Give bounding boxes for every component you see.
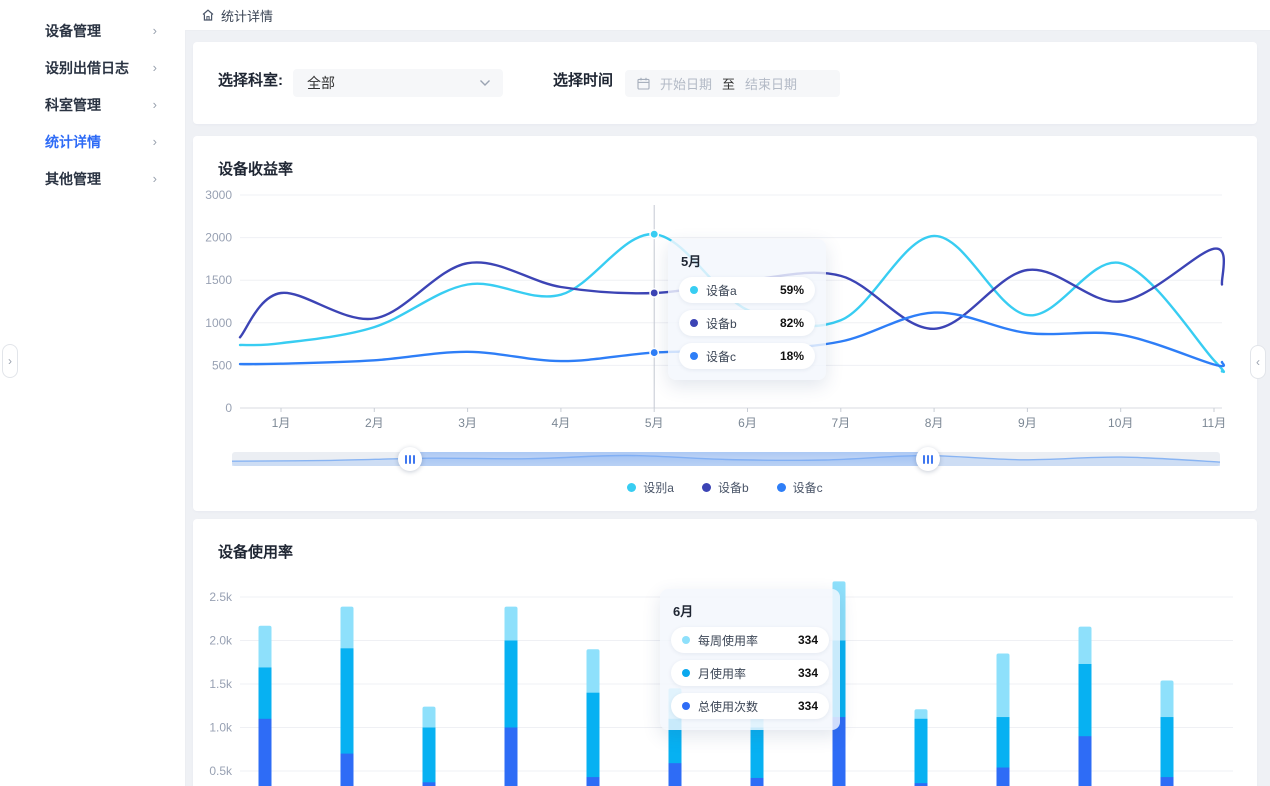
breadcrumb: 统计详情	[201, 6, 273, 25]
datazoom-selection[interactable]	[410, 452, 928, 466]
tooltip-row: 月使用率334	[671, 660, 829, 686]
revenue-chart-legend: 设别a 设备b 设备c	[193, 479, 1257, 496]
tooltip-series-name: 设备a	[706, 282, 780, 299]
tooltip-series-value: 334	[798, 699, 818, 713]
sidebar-item-4[interactable]: 统计详情 ›	[0, 123, 185, 160]
home-icon	[201, 8, 215, 22]
chevron-right-icon: ›	[153, 171, 157, 186]
chevron-right-icon: ›	[153, 60, 157, 75]
sidebar-item-label: 其他管理	[45, 169, 101, 189]
tooltip-rows: 设备a59% 设备b82% 设备c18%	[679, 277, 815, 369]
sidebar-item-label: 设别出借日志	[45, 58, 129, 78]
app-root: 设备管理 › 设别出借日志 › 科室管理 › 统计详情 › 其他管理 › › ‹ 统计详情 选择科…	[0, 0, 1270, 786]
sidebar-item-5[interactable]: 其他管理 ›	[0, 160, 185, 197]
series-dot-icon	[682, 702, 690, 710]
tooltip-row: 设备c18%	[679, 343, 815, 369]
legend-label: 设别a	[643, 479, 674, 496]
sidebar-item-2[interactable]: 设别出借日志 ›	[0, 49, 185, 86]
revenue-chart-title: 设备收益率	[218, 158, 293, 179]
chevron-right-icon: ›	[153, 23, 157, 38]
sidebar-menu: 设备管理 › 设别出借日志 › 科室管理 › 统计详情 › 其他管理 ›	[0, 0, 185, 197]
tooltip-series-name: 每周使用率	[698, 632, 798, 649]
tooltip-series-value: 334	[798, 666, 818, 680]
start-date-field[interactable]: 开始日期	[660, 74, 712, 93]
tooltip-row: 设备a59%	[679, 277, 815, 303]
tooltip-series-value: 59%	[780, 283, 804, 297]
tooltip-series-name: 总使用次数	[698, 698, 798, 715]
tooltip-title: 5月	[681, 251, 815, 270]
calendar-icon	[637, 77, 650, 90]
series-dot-icon	[690, 352, 698, 360]
sidebar-item-label: 设备管理	[45, 21, 101, 41]
date-range-picker[interactable]: 开始日期 至 结束日期	[625, 70, 840, 97]
series-dot-icon	[690, 319, 698, 327]
legend-item[interactable]: 设别a	[627, 479, 674, 496]
legend-label: 设备b	[718, 479, 749, 496]
series-dot-icon	[682, 669, 690, 677]
tooltip-row: 设备b82%	[679, 310, 815, 336]
series-dot-icon	[682, 636, 690, 644]
revenue-chart-tooltip: 5月 设备a59% 设备b82% 设备c18%	[668, 239, 826, 380]
legend-label: 设备c	[793, 479, 823, 496]
end-date-field[interactable]: 结束日期	[745, 74, 797, 93]
sidebar-item-label: 统计详情	[45, 132, 101, 152]
sidebar-item-3[interactable]: 科室管理 ›	[0, 86, 185, 123]
tooltip-series-name: 月使用率	[698, 665, 798, 682]
datazoom-slider[interactable]	[232, 452, 1220, 466]
legend-dot-icon	[777, 483, 786, 492]
tooltip-series-name: 设备b	[706, 315, 780, 332]
sidebar-item-1[interactable]: 设备管理 ›	[0, 12, 185, 49]
topbar: 统计详情	[185, 0, 1270, 30]
tooltip-row: 每周使用率334	[671, 627, 829, 653]
tooltip-series-value: 82%	[780, 316, 804, 330]
filter-panel: 选择科室: 全部 选择时间 开始日期 至 结束日期	[193, 42, 1257, 124]
tooltip-series-value: 334	[798, 633, 818, 647]
tooltip-series-value: 18%	[780, 349, 804, 363]
legend-dot-icon	[702, 483, 711, 492]
datazoom-left-handle[interactable]	[398, 447, 422, 471]
chevron-right-icon: ›	[153, 134, 157, 149]
tooltip-series-name: 设备c	[706, 348, 780, 365]
series-dot-icon	[690, 286, 698, 294]
department-select-value: 全部	[307, 73, 335, 93]
usage-chart-title: 设备使用率	[218, 541, 293, 562]
breadcrumb-label: 统计详情	[221, 6, 273, 25]
sidebar-expand-button[interactable]: ›	[2, 344, 18, 378]
department-select[interactable]: 全部	[293, 69, 503, 97]
chevron-right-icon: ›	[153, 97, 157, 112]
tooltip-title: 6月	[673, 601, 829, 620]
sidebar: 设备管理 › 设别出借日志 › 科室管理 › 统计详情 › 其他管理 ›	[0, 0, 185, 786]
usage-chart-tooltip: 6月 每周使用率334月使用率334总使用次数334	[660, 589, 840, 730]
panel-collapse-button[interactable]: ‹	[1250, 345, 1266, 379]
tooltip-row: 总使用次数334	[671, 693, 829, 719]
time-label: 选择时间	[553, 69, 613, 90]
tooltip-rows: 每周使用率334月使用率334总使用次数334	[671, 627, 829, 719]
legend-item[interactable]: 设备b	[702, 479, 749, 496]
chevron-down-icon	[479, 79, 491, 87]
date-separator: 至	[722, 74, 735, 93]
sidebar-item-label: 科室管理	[45, 95, 101, 115]
datazoom-right-handle[interactable]	[916, 447, 940, 471]
department-label: 选择科室:	[218, 69, 283, 90]
legend-dot-icon	[627, 483, 636, 492]
legend-item[interactable]: 设备c	[777, 479, 823, 496]
